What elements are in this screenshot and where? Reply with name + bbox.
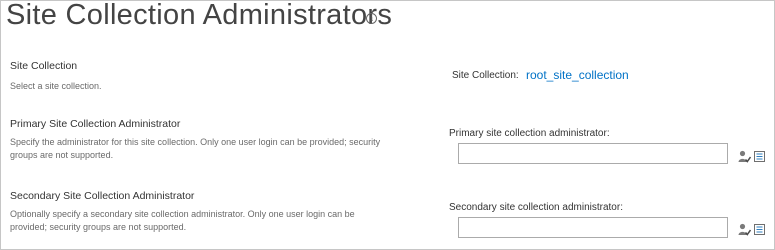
site-collection-section-description: Select a site collection. [10,81,102,91]
check-names-icon[interactable] [738,150,751,163]
secondary-admin-section-description: Optionally specify a secondary site coll… [10,209,355,232]
site-collection-section-title: Site Collection [10,60,78,72]
site-collection-link[interactable]: root_site_collection [526,68,629,82]
primary-admin-field-label: Primary site collection administrator: [449,128,610,139]
secondary-admin-people-picker[interactable] [458,217,728,238]
secondary-admin-field-label: Secondary site collection administrator: [449,202,623,213]
site-collection-label: Site Collection: [452,70,519,81]
address-book-icon[interactable] [753,150,766,163]
page-title: Site Collection Administrators [6,0,393,31]
primary-admin-people-picker[interactable] [458,143,728,164]
address-book-icon[interactable] [753,223,766,236]
primary-admin-section-title: Primary Site Collection Administrator [10,118,181,130]
primary-admin-section-description: Specify the administrator for this site … [10,137,381,160]
check-names-icon[interactable] [738,223,751,236]
secondary-admin-section-title: Secondary Site Collection Administrator [10,190,195,202]
info-icon[interactable]: i [366,13,377,24]
